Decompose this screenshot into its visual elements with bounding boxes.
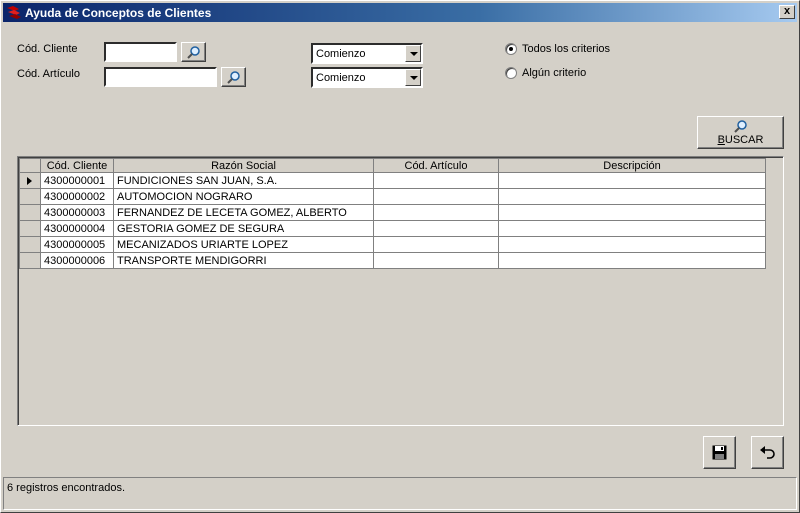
cell-cod-cliente[interactable]: 4300000002 bbox=[40, 188, 114, 205]
search-icon bbox=[734, 120, 747, 133]
buscar-button[interactable]: BUSCAR bbox=[697, 116, 784, 149]
table-header-row: Cód. Cliente Razón Social Cód. Artículo … bbox=[19, 158, 766, 173]
articulo-lookup-button[interactable] bbox=[221, 67, 246, 87]
cell-cod-cliente[interactable]: 4300000006 bbox=[40, 252, 114, 269]
table-row[interactable]: 4300000001 FUNDICIONES SAN JUAN, S.A. bbox=[19, 172, 766, 189]
floppy-disk-icon bbox=[712, 445, 727, 460]
cell-razon-social[interactable]: MECANIZADOS URIARTE LOPEZ bbox=[113, 236, 374, 253]
cell-descripcion[interactable] bbox=[498, 236, 766, 253]
cell-descripcion[interactable] bbox=[498, 204, 766, 221]
close-icon: x bbox=[783, 5, 791, 17]
chevron-down-icon[interactable] bbox=[405, 45, 421, 62]
articulo-input[interactable] bbox=[104, 67, 217, 87]
dialog-window: Ayuda de Conceptos de Clientes x Cód. Cl… bbox=[0, 0, 800, 513]
cell-razon-social[interactable]: AUTOMOCION NOGRARO bbox=[113, 188, 374, 205]
results-grid[interactable]: Cód. Cliente Razón Social Cód. Artículo … bbox=[17, 156, 784, 426]
cell-descripcion[interactable] bbox=[498, 252, 766, 269]
cell-razon-social[interactable]: FUNDICIONES SAN JUAN, S.A. bbox=[113, 172, 374, 189]
cell-razon-social[interactable]: FERNANDEZ DE LECETA GOMEZ, ALBERTO bbox=[113, 204, 374, 221]
undo-button[interactable] bbox=[751, 436, 784, 469]
status-bar: 6 registros encontrados. bbox=[3, 477, 797, 510]
search-icon bbox=[226, 71, 240, 84]
results-table: Cód. Cliente Razón Social Cód. Artículo … bbox=[19, 158, 766, 269]
current-row-pointer-icon bbox=[27, 177, 32, 185]
row-indicator[interactable] bbox=[19, 236, 41, 253]
table-row[interactable]: 4300000006 TRANSPORTE MENDIGORRI bbox=[19, 252, 766, 269]
cell-cod-articulo[interactable] bbox=[373, 172, 499, 189]
cell-cod-articulo[interactable] bbox=[373, 188, 499, 205]
cliente-match-select[interactable]: Comienzo bbox=[311, 43, 423, 64]
chevron-down-icon[interactable] bbox=[405, 69, 421, 86]
row-indicator[interactable] bbox=[19, 172, 41, 189]
row-indicator[interactable] bbox=[19, 220, 41, 237]
cell-descripcion[interactable] bbox=[498, 188, 766, 205]
cell-descripcion[interactable] bbox=[498, 172, 766, 189]
table-row[interactable]: 4300000005 MECANIZADOS URIARTE LOPEZ bbox=[19, 236, 766, 253]
cliente-label: Cód. Cliente bbox=[17, 43, 78, 55]
column-header-descripcion[interactable]: Descripción bbox=[498, 158, 766, 173]
table-row[interactable]: 4300000002 AUTOMOCION NOGRARO bbox=[19, 188, 766, 205]
status-text: 6 registros encontrados. bbox=[7, 482, 126, 494]
row-indicator[interactable] bbox=[19, 188, 41, 205]
cell-cod-articulo[interactable] bbox=[373, 236, 499, 253]
save-button[interactable] bbox=[703, 436, 736, 469]
column-header-cod-cliente[interactable]: Cód. Cliente bbox=[40, 158, 114, 173]
cliente-match-value: Comienzo bbox=[316, 48, 366, 60]
app-icon bbox=[7, 6, 21, 19]
window-title: Ayuda de Conceptos de Clientes bbox=[25, 6, 212, 20]
cell-cod-cliente[interactable]: 4300000005 bbox=[40, 236, 114, 253]
cell-cod-cliente[interactable]: 4300000004 bbox=[40, 220, 114, 237]
articulo-match-value: Comienzo bbox=[316, 72, 366, 84]
radio-any-criteria-label[interactable]: Algún criterio bbox=[522, 67, 586, 79]
cliente-lookup-button[interactable] bbox=[181, 42, 206, 62]
row-indicator[interactable] bbox=[19, 204, 41, 221]
cell-descripcion[interactable] bbox=[498, 220, 766, 237]
cell-cod-articulo[interactable] bbox=[373, 220, 499, 237]
radio-any-criteria[interactable] bbox=[505, 67, 517, 79]
table-row[interactable]: 4300000003 FERNANDEZ DE LECETA GOMEZ, AL… bbox=[19, 204, 766, 221]
column-header-razon-social[interactable]: Razón Social bbox=[113, 158, 374, 173]
row-indicator[interactable] bbox=[19, 252, 41, 269]
cell-razon-social[interactable]: TRANSPORTE MENDIGORRI bbox=[113, 252, 374, 269]
articulo-match-select[interactable]: Comienzo bbox=[311, 67, 423, 88]
buscar-label: BUSCAR bbox=[717, 134, 764, 146]
radio-all-criteria[interactable] bbox=[505, 43, 517, 55]
cell-cod-articulo[interactable] bbox=[373, 204, 499, 221]
column-header-cod-articulo[interactable]: Cód. Artículo bbox=[373, 158, 499, 173]
undo-icon bbox=[760, 446, 775, 459]
articulo-label: Cód. Artículo bbox=[17, 68, 80, 80]
search-icon bbox=[186, 46, 200, 59]
title-bar[interactable]: Ayuda de Conceptos de Clientes x bbox=[3, 3, 797, 22]
close-button[interactable]: x bbox=[779, 5, 795, 19]
cliente-input[interactable] bbox=[104, 42, 177, 62]
cell-razon-social[interactable]: GESTORIA GOMEZ DE SEGURA bbox=[113, 220, 374, 237]
radio-all-criteria-label[interactable]: Todos los criterios bbox=[522, 43, 610, 55]
cell-cod-articulo[interactable] bbox=[373, 252, 499, 269]
cell-cod-cliente[interactable]: 4300000001 bbox=[40, 172, 114, 189]
cell-cod-cliente[interactable]: 4300000003 bbox=[40, 204, 114, 221]
row-indicator-header bbox=[19, 158, 41, 173]
table-row[interactable]: 4300000004 GESTORIA GOMEZ DE SEGURA bbox=[19, 220, 766, 237]
